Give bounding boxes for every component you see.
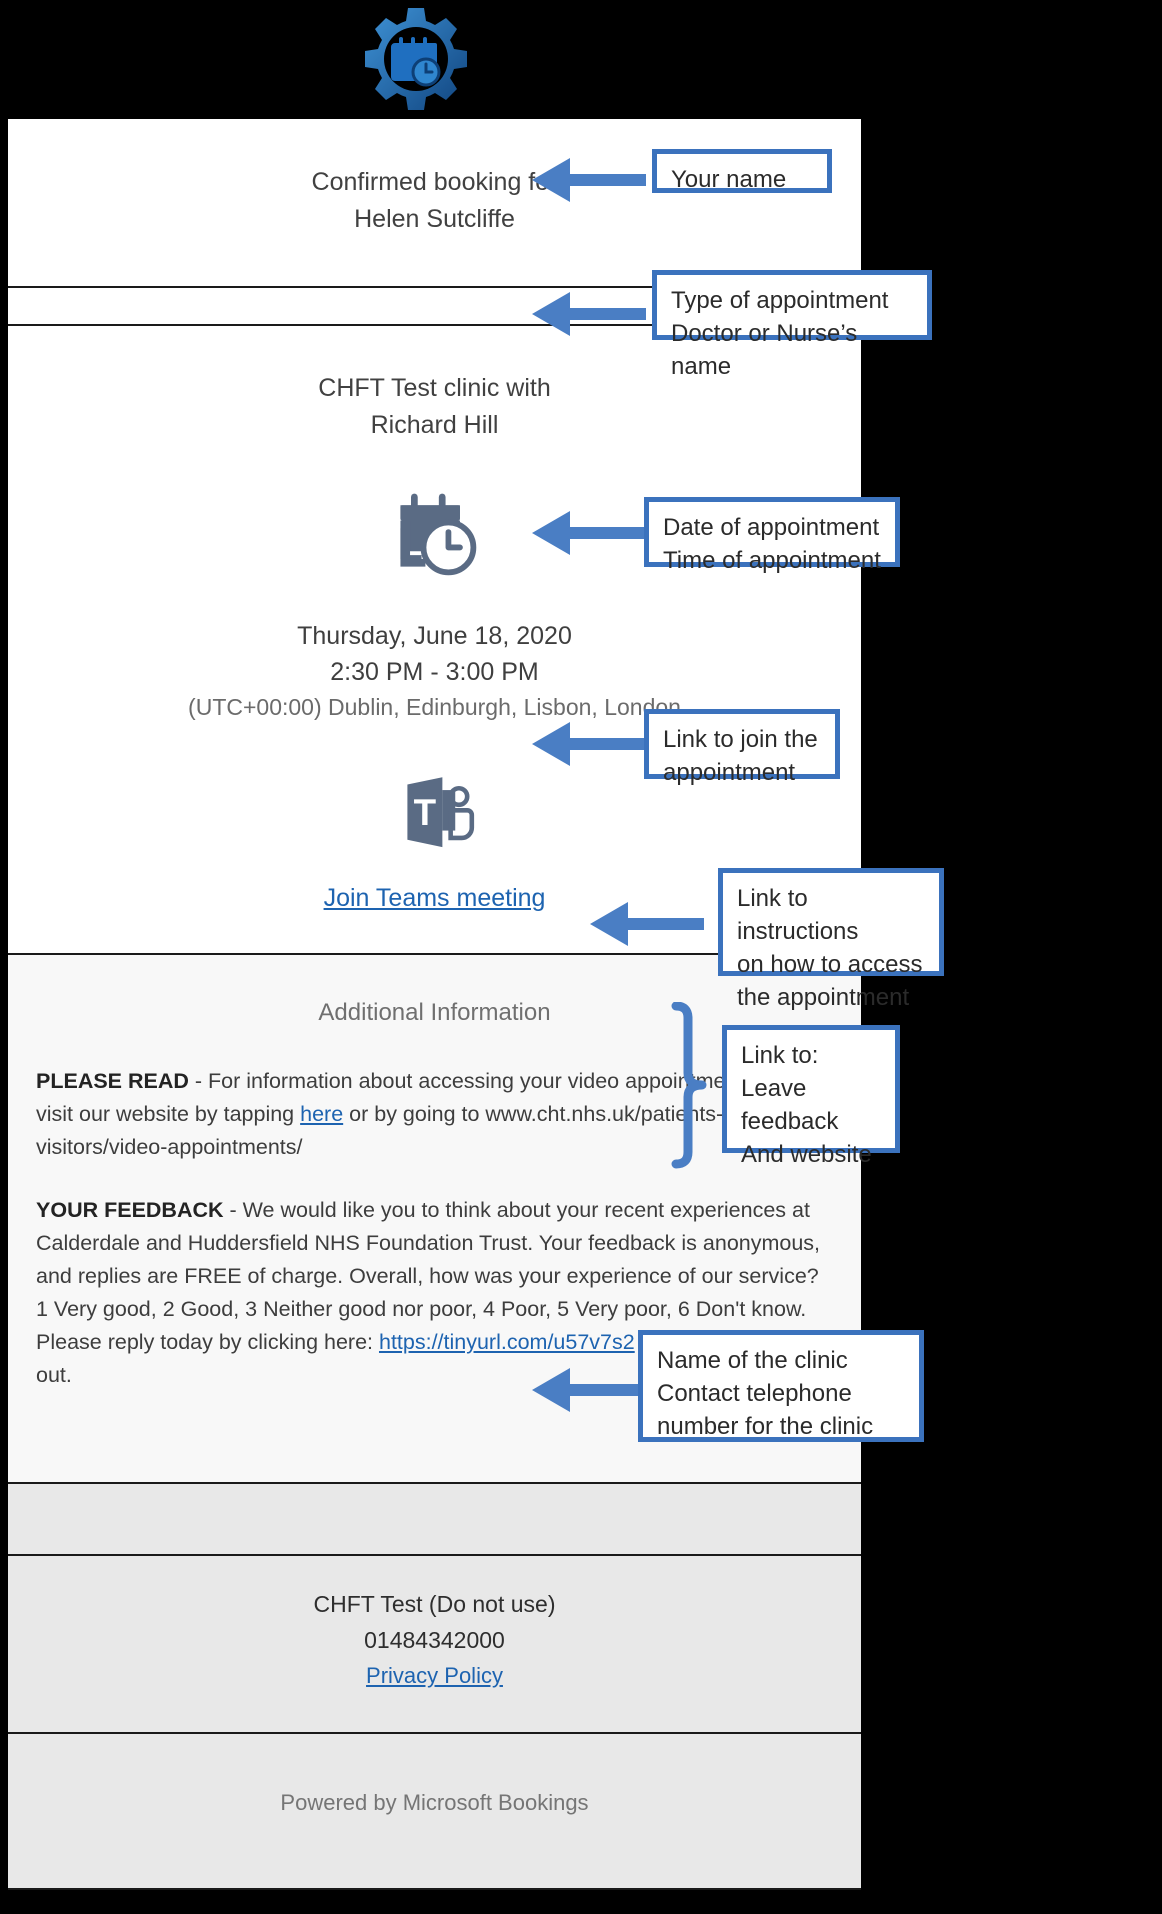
email-footer: Powered by Microsoft Bookings	[8, 1734, 861, 1890]
your-feedback-label: YOUR FEEDBACK	[36, 1198, 224, 1222]
powered-by-text: Powered by Microsoft Bookings	[280, 1790, 589, 1815]
annotation-date-time-line-0: Date of appointment	[663, 514, 880, 541]
annotation-instructions-line-0: Link to instructions	[737, 885, 859, 945]
feedback-survey-link[interactable]: https://tinyurl.com/u57v7s2	[379, 1330, 635, 1354]
annotation-arrow-instructions	[590, 902, 704, 946]
annotation-feedback-line-2: feedback	[741, 1108, 839, 1135]
annotation-join-link: Link to join the appointment	[644, 709, 840, 786]
website-here-link[interactable]: here	[300, 1102, 343, 1126]
screenshot-root: Confirmed booking for Helen Sutcliffe CH…	[0, 0, 1162, 1914]
please-read-label: PLEASE READ	[36, 1069, 189, 1093]
annotation-brace-feedback	[671, 1002, 707, 1169]
privacy-policy-link[interactable]: Privacy Policy	[366, 1658, 503, 1694]
appointment-date: Thursday, June 18, 2020	[297, 622, 572, 650]
booking-confirmation-email: Confirmed booking for Helen Sutcliffe CH…	[8, 119, 861, 1890]
clinic-phone: 01484342000	[364, 1627, 505, 1653]
annotation-feedback-line-1: Leave	[741, 1075, 807, 1102]
annotation-appointment-type-line-1: Doctor or Nurse’s name	[671, 320, 858, 380]
annotation-clinic-contact-line-0: Name of the clinic	[657, 1347, 848, 1374]
bookings-gear-calendar-icon	[361, 4, 471, 114]
annotation-clinic-contact-line-1: Contact telephone	[657, 1380, 852, 1407]
annotation-feedback-line-3: And website	[741, 1141, 872, 1168]
logo-strip	[0, 0, 1162, 119]
gray-spacer-band	[8, 1484, 861, 1556]
appointment-time: 2:30 PM - 3:00 PM	[330, 658, 539, 686]
annotation-appointment-type: Type of appointment Doctor or Nurse’s na…	[652, 270, 932, 380]
clinic-contact-section: CHFT Test (Do not use) 01484342000 Priva…	[8, 1556, 861, 1734]
staff-name: Richard Hill	[370, 411, 499, 439]
annotation-clinic-contact: Name of the clinic Contact telephone num…	[638, 1330, 924, 1442]
annotation-instructions-line-1: on how to access	[737, 951, 923, 978]
annotation-instructions: Link to instructions on how to access th…	[718, 868, 944, 1011]
svg-text:T: T	[413, 792, 436, 833]
annotation-date-time: Date of appointment Time of appointment	[644, 497, 900, 574]
attendee-name: Helen Sutcliffe	[354, 205, 515, 233]
annotation-arrow-date-time	[532, 511, 646, 555]
annotation-arrow-clinic-contact	[532, 1368, 646, 1412]
annotation-feedback-line-0: Link to:	[741, 1042, 819, 1069]
annotation-join-link-line-0: Link to join the	[663, 726, 818, 753]
appointment-details: CHFT Test clinic with Richard Hill Thurs…	[8, 326, 861, 955]
annotation-arrow-appointment-type	[532, 292, 646, 336]
annotation-join-link-line-1: appointment	[663, 759, 796, 786]
annotation-arrow-join-link	[532, 722, 646, 766]
annotation-appointment-type-line-0: Type of appointment	[671, 287, 889, 314]
clinic-name: CHFT Test (Do not use)	[313, 1591, 556, 1617]
annotation-your-name: Your name	[652, 149, 832, 193]
confirmation-header: Confirmed booking for Helen Sutcliffe	[8, 119, 861, 288]
annotation-your-name-line-0: Your name	[671, 166, 787, 193]
annotation-date-time-line-1: Time of appointment	[663, 547, 881, 574]
annotation-clinic-contact-line-2: number for the clinic	[657, 1413, 874, 1440]
annotation-feedback: Link to: Leave feedback And website	[722, 1025, 900, 1168]
annotation-instructions-line-2: the appointment	[737, 984, 910, 1011]
annotation-arrow-your-name	[532, 158, 646, 202]
